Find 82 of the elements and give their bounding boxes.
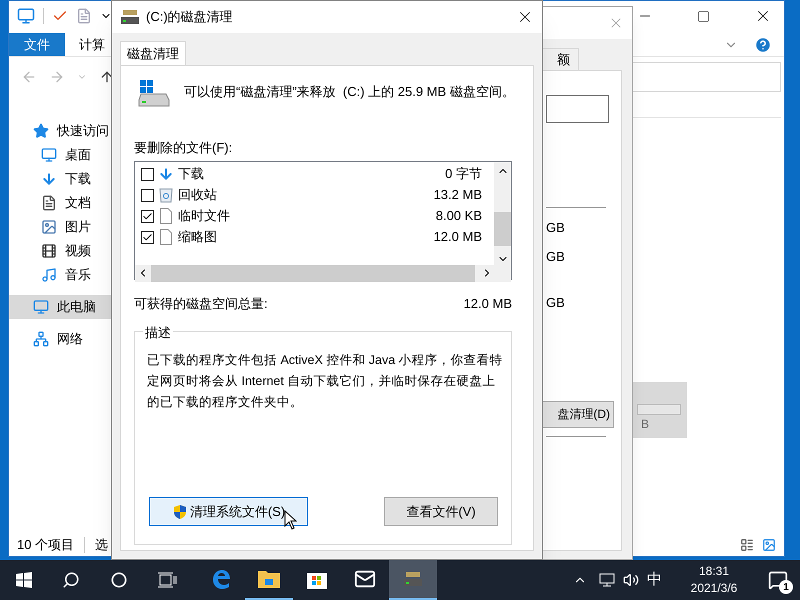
item-count: 10 个项目 xyxy=(17,536,74,554)
size-value: GB xyxy=(546,248,566,266)
maximize-icon[interactable] xyxy=(697,10,710,22)
ribbon-tab[interactable]: 文件 xyxy=(9,33,65,56)
drive-usage-bar xyxy=(637,404,681,415)
description-text: 已下载的程序文件包括 ActiveX 控件和 Java 小程序，你查看特定网页时将会从 Internet 自动下载它们，并临时保存在硬盘上的已下载的程序文件夹中。 xyxy=(147,352,503,411)
disk-cleanup-icon xyxy=(120,9,140,25)
check-icon xyxy=(142,232,153,242)
checkbox[interactable] xyxy=(141,230,154,244)
file-size: 13.2 MB xyxy=(434,186,482,204)
file-size: 8.00 KB xyxy=(436,207,482,226)
text-field[interactable] xyxy=(546,95,609,123)
file-category[interactable]: 缩略图 xyxy=(178,227,430,247)
tiles-view-icon[interactable] xyxy=(762,538,776,552)
network-icon xyxy=(33,331,49,347)
document-icon xyxy=(41,195,57,211)
file-size: 0 字节 xyxy=(445,165,482,184)
sidebar-item[interactable]: 图片 xyxy=(9,215,111,239)
notification-badge: 1 xyxy=(779,580,793,594)
music-icon xyxy=(41,267,57,283)
file-icon xyxy=(160,208,172,224)
disk-cleanup-icon xyxy=(403,571,423,587)
scroll-thumb[interactable] xyxy=(494,212,511,246)
checkbox[interactable] xyxy=(141,210,154,222)
file-category[interactable]: 临时文件 xyxy=(178,206,432,226)
download-icon xyxy=(158,166,174,182)
sidebar-item[interactable]: 音乐 xyxy=(9,263,111,287)
file-category[interactable]: 下载 xyxy=(178,164,442,184)
checkbox[interactable] xyxy=(141,188,154,202)
file-icon xyxy=(160,229,172,245)
mouse-pointer-icon xyxy=(284,510,297,530)
help-icon[interactable] xyxy=(754,36,772,54)
vertical-scrollbar[interactable] xyxy=(494,162,511,264)
sidebar-item[interactable]: 桌面 xyxy=(9,143,111,167)
image-icon xyxy=(41,219,57,235)
search-icon xyxy=(62,571,80,589)
folder-icon xyxy=(257,569,281,589)
sidebar-item[interactable]: 视频 xyxy=(9,239,111,263)
drive-free-space: B xyxy=(640,416,650,433)
window-title: (C:)的磁盘清理 xyxy=(146,8,233,26)
sidebar-item[interactable]: 文档 xyxy=(9,191,111,215)
star-icon xyxy=(33,123,49,139)
clean-system-files-button[interactable]: 清理系统文件(S) xyxy=(149,497,308,526)
computer-icon xyxy=(33,299,49,315)
sidebar-item[interactable]: 快速访问 xyxy=(9,119,111,143)
windows-logo-icon xyxy=(16,572,32,588)
file-category[interactable]: 回收站 xyxy=(178,185,430,205)
drive-tile[interactable]: B xyxy=(633,382,687,438)
file-size: 12.0 MB xyxy=(434,228,482,246)
total-value: 12.0 MB xyxy=(464,294,512,312)
size-value: GB xyxy=(546,294,566,312)
mail-icon xyxy=(354,568,376,590)
download-icon xyxy=(41,171,57,187)
input-method-indicator[interactable]: 中 xyxy=(647,568,662,592)
circle-icon xyxy=(111,572,127,588)
volume-icon[interactable] xyxy=(623,572,639,588)
network-icon[interactable] xyxy=(599,572,615,588)
notification-icon xyxy=(768,570,788,590)
view-files-button[interactable]: 查看文件(V) xyxy=(384,497,498,526)
notification-button[interactable]: 1 xyxy=(756,560,800,600)
checkbox[interactable] xyxy=(141,168,154,180)
shield-icon xyxy=(172,504,188,520)
date-text: 2021/3/6 xyxy=(690,580,738,597)
total-label: 可获得的磁盘空间总量: xyxy=(134,294,269,312)
computer-icon xyxy=(17,7,35,25)
sidebar-item[interactable]: 下载 xyxy=(9,167,111,191)
size-value: GB xyxy=(546,219,566,237)
details-view-icon[interactable] xyxy=(740,538,754,552)
clock[interactable]: 18:31 2021/3/6 xyxy=(678,563,750,597)
selection-status: 选 xyxy=(95,536,108,554)
recycle-bin-icon xyxy=(159,187,173,203)
film-icon xyxy=(41,243,57,259)
sidebar-item[interactable]: 网络 xyxy=(9,327,111,351)
tab[interactable]: 磁盘清理 xyxy=(120,41,186,65)
sidebar-item[interactable]: 此电脑 xyxy=(9,295,111,319)
check-icon xyxy=(142,210,153,222)
intro-text: 可以使用“磁盘清理”来释放 (C:) 上的 25.9 MB 磁盘空间。 xyxy=(184,83,515,102)
time-text: 18:31 xyxy=(698,563,730,580)
task-view-icon xyxy=(157,572,177,588)
files-label: 要删除的文件(F): xyxy=(134,139,234,157)
desktop-icon xyxy=(41,147,57,163)
browser-icon xyxy=(210,568,232,590)
